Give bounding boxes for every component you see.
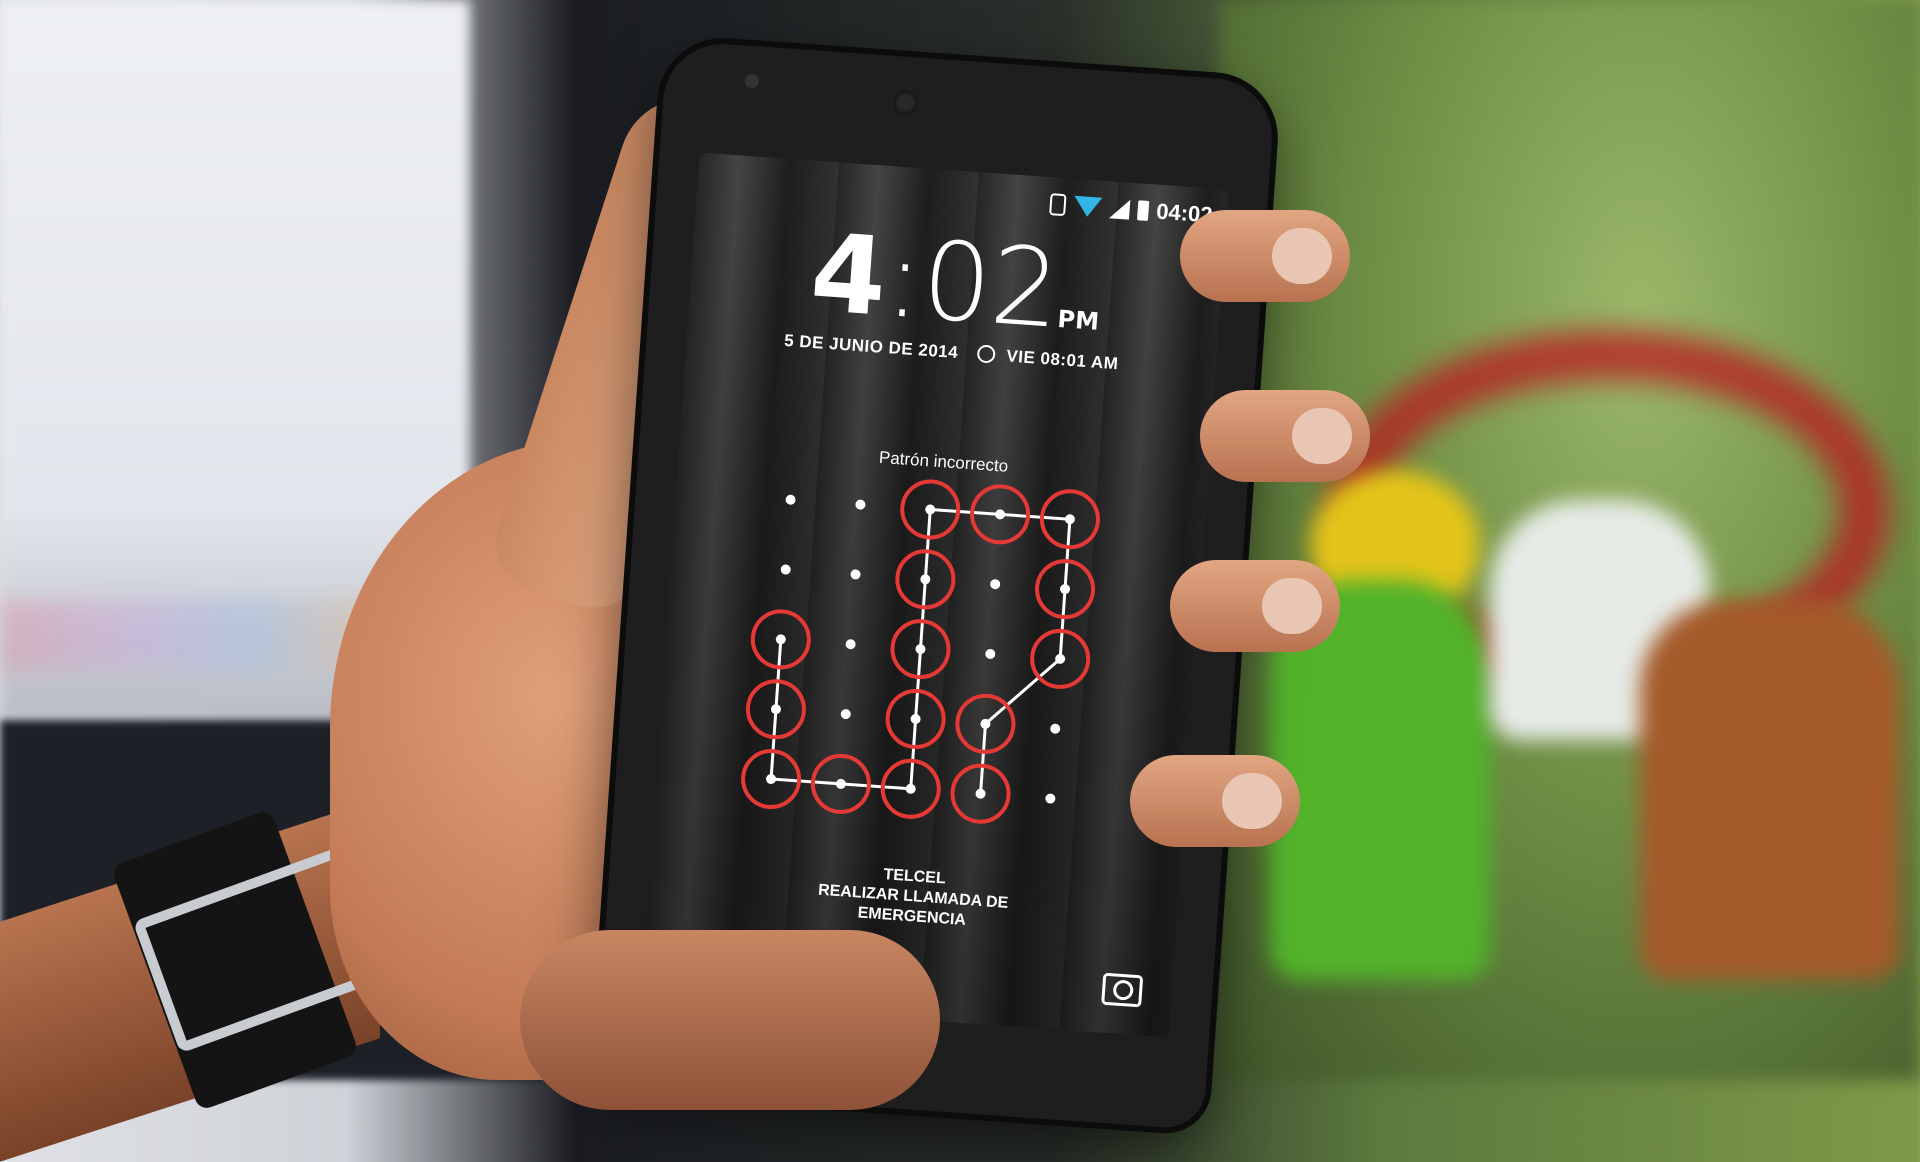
other-hand-finger [520, 930, 940, 1110]
screen-rotation-icon [1048, 193, 1067, 217]
pattern-dot[interactable] [1060, 584, 1071, 595]
pattern-dot[interactable] [855, 499, 866, 510]
battery-icon [1136, 200, 1150, 221]
pattern-dot[interactable] [975, 788, 986, 799]
pattern-dot[interactable] [995, 509, 1006, 520]
front-sensor [744, 73, 760, 89]
pattern-dot[interactable] [785, 494, 796, 505]
clock-minutes: :02 [881, 216, 1064, 353]
finger-middle [1200, 390, 1370, 482]
pattern-dot[interactable] [850, 569, 861, 580]
pattern-lock-grid[interactable] [683, 454, 1177, 846]
wifi-icon [1072, 195, 1103, 218]
finger-ring [1170, 560, 1340, 652]
pattern-dot[interactable] [780, 564, 791, 575]
alarm-icon [976, 344, 996, 364]
status-bar: 04:02 [1048, 189, 1214, 230]
pattern-dot[interactable] [770, 704, 782, 715]
background-monitor-strip [0, 600, 380, 670]
pattern-dot[interactable] [775, 634, 786, 645]
pattern-dot[interactable] [1050, 723, 1061, 734]
clock-hour: 4 [806, 210, 891, 341]
pattern-dot[interactable] [845, 639, 856, 650]
pattern-dot[interactable] [910, 713, 921, 725]
pattern-dot[interactable] [920, 574, 931, 585]
pattern-dot[interactable] [985, 649, 996, 660]
pattern-dot[interactable] [835, 778, 847, 790]
pattern-dot[interactable] [990, 579, 1001, 590]
pattern-dot[interactable] [915, 644, 926, 655]
pattern-dot[interactable] [840, 709, 851, 720]
camera-icon[interactable] [1101, 972, 1144, 1008]
finger-pinky [1130, 755, 1300, 847]
lock-screen: 04:02 4:02PM 5 DE JUNIO DE 2014 VIE 08:0… [640, 152, 1229, 1038]
finger-index [1180, 210, 1350, 302]
pattern-dot[interactable] [925, 504, 936, 515]
toy-android-brown [1640, 600, 1900, 980]
signal-icon [1108, 198, 1131, 220]
front-camera [892, 89, 919, 116]
clock-ampm: PM [1056, 304, 1100, 336]
pattern-dot[interactable] [1064, 514, 1076, 525]
pattern-dot[interactable] [905, 783, 916, 794]
pattern-dot[interactable] [766, 774, 777, 785]
pattern-dot[interactable] [1045, 793, 1056, 804]
